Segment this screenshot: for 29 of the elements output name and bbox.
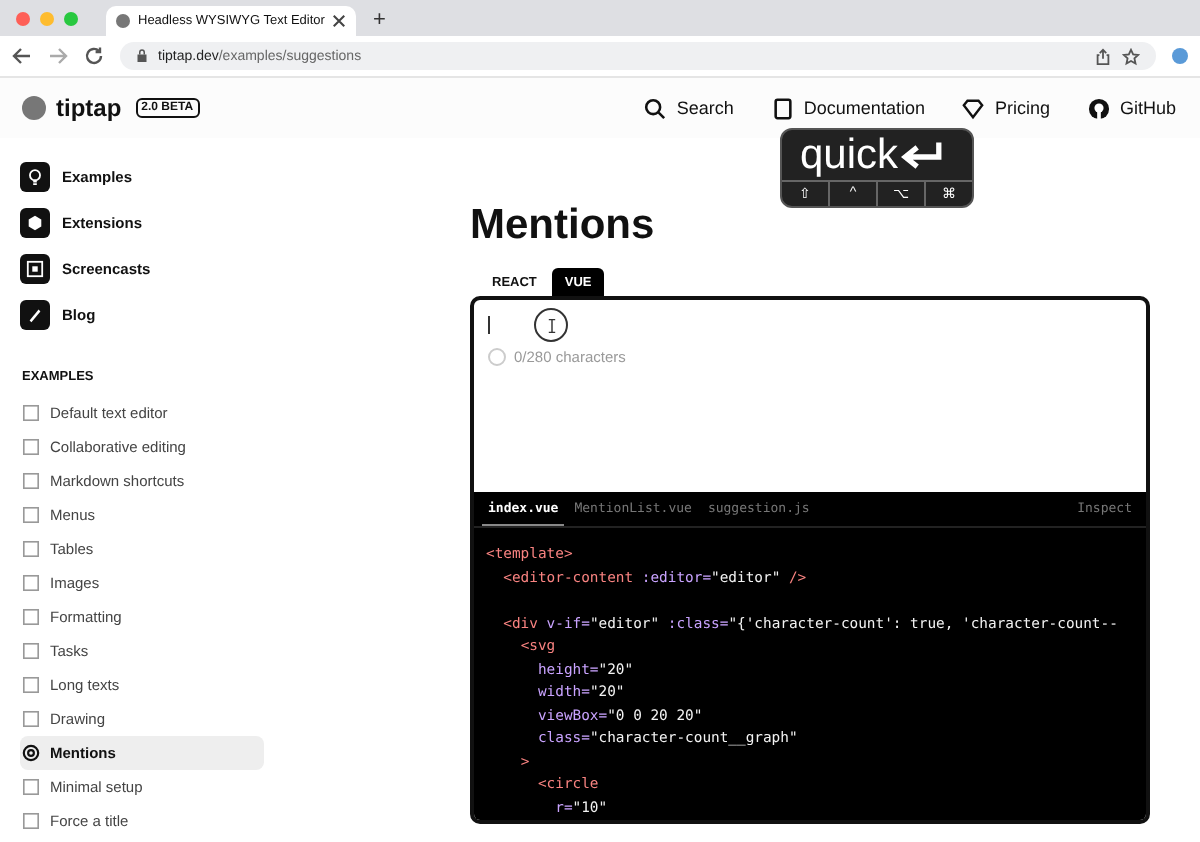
keystroke-text: quick [782, 130, 972, 180]
progress-ring-icon [488, 348, 506, 366]
pen-icon [20, 300, 50, 330]
text-cursor-icon [488, 316, 490, 334]
logo-text[interactable]: tiptap [56, 94, 122, 122]
i-beam-cursor-icon [534, 308, 568, 342]
diamond-icon [962, 97, 985, 119]
book-icon [771, 97, 794, 119]
nav-link[interactable]: Documentation [771, 97, 925, 119]
lock-icon [136, 48, 148, 64]
lightbulb-icon [20, 162, 50, 192]
page-title: Mentions [470, 202, 657, 250]
search-icon [644, 97, 667, 119]
back-arrow-icon[interactable] [12, 46, 32, 66]
nav-link[interactable]: GitHub [1087, 97, 1176, 119]
favicon-icon [116, 14, 130, 28]
new-tab-button[interactable]: + [372, 8, 386, 32]
close-icon[interactable] [332, 14, 347, 28]
screen-icon [20, 254, 50, 284]
reload-icon[interactable] [84, 46, 104, 66]
cube-icon [20, 208, 50, 238]
nav-link[interactable]: Pricing [962, 97, 1050, 119]
logo-icon [22, 96, 46, 120]
star-icon[interactable] [1122, 47, 1140, 65]
github-icon [1087, 97, 1110, 119]
share-icon[interactable] [1094, 47, 1112, 65]
nav-link[interactable]: Search [644, 97, 734, 119]
extension-icon[interactable] [1172, 48, 1188, 64]
return-icon [898, 139, 947, 173]
